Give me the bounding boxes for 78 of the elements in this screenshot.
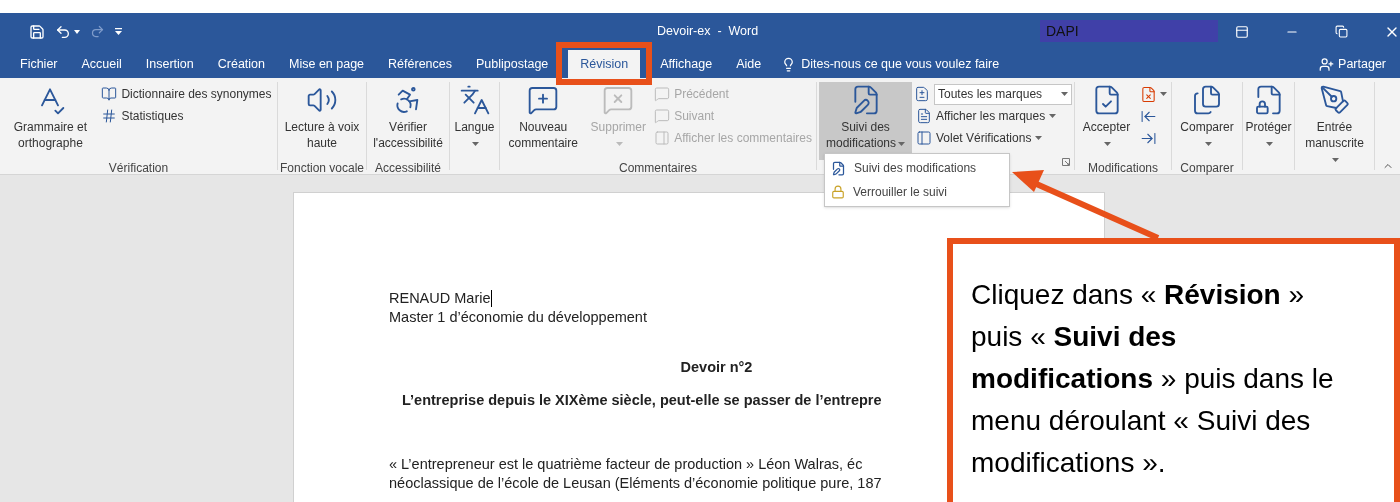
ribbon-tab[interactable]: Fichier: [8, 50, 70, 78]
group-label: Fonction vocale: [279, 160, 364, 177]
markup-dropdown[interactable]: Toutes les marques: [934, 83, 1072, 105]
menu-item[interactable]: Verrouiller le suivi: [825, 180, 1009, 204]
ribbon-button[interactable]: Lecture à voix haute: [280, 82, 364, 160]
document-subject: L’entreprise depuis le XIXème siècle, peut-elle se passer de l’entrepre: [402, 392, 882, 408]
ribbon-button[interactable]: Comparer: [1174, 82, 1240, 160]
caret-icon: [1204, 141, 1212, 146]
ribbon-button[interactable]: Nouveau commentaire: [502, 82, 585, 160]
caret-icon: [1061, 92, 1068, 96]
documents-icon: [1191, 84, 1223, 116]
ribbon-tab[interactable]: Révision: [568, 50, 641, 78]
caret-icon[interactable]: [74, 29, 80, 34]
caret-icon: [1160, 92, 1167, 96]
comment-delete-icon: [602, 84, 635, 116]
ribbon-button[interactable]: Statistiques: [99, 105, 274, 127]
comment-plus-icon: [527, 84, 560, 116]
language-icon: [458, 84, 491, 116]
group-label: Vérification: [108, 160, 169, 177]
document-compare-icon: [914, 86, 930, 102]
caret-icon: [1049, 114, 1057, 118]
comment-icon: [654, 86, 671, 102]
ribbon-tab[interactable]: Création: [205, 50, 277, 78]
restore-icon[interactable]: [1335, 25, 1348, 38]
window-title: Devoir-ex - Word: [657, 23, 759, 41]
panel-icon: [654, 130, 671, 146]
ribbon-button[interactable]: Afficher les marques: [914, 105, 1072, 127]
document-icon: [916, 108, 932, 124]
dialog-launcher-icon[interactable]: [1062, 158, 1070, 166]
ribbon-button[interactable]: Suivi des modifications: [819, 82, 912, 160]
paragraph-line: « L’entrepreneur est le quatrième facteur de production » Léon Walras, éc: [389, 455, 863, 474]
ribbon-display-icon[interactable]: [1235, 24, 1249, 39]
caret-icon: [1332, 157, 1339, 162]
group-label: Accessibilité: [375, 160, 441, 177]
share-button[interactable]: Partager: [1319, 50, 1386, 78]
ribbon-button[interactable]: Grammaire et orthographe: [3, 82, 98, 160]
tell-me-field[interactable]: Dites-nous ce que vous voulez faire: [781, 50, 1000, 78]
pen-icon: [1318, 84, 1351, 116]
ribbon-button[interactable]: Accepter: [1077, 82, 1136, 160]
ribbon-button[interactable]: Protéger: [1241, 82, 1296, 160]
panel-icon: [916, 130, 932, 146]
ribbon-tab[interactable]: Insertion: [133, 50, 206, 78]
ribbon-tab[interactable]: Aide: [724, 50, 774, 78]
numbers-icon: [101, 108, 118, 124]
group-label: Commentaires: [619, 160, 697, 177]
caret-icon: [472, 141, 479, 146]
ribbon-button[interactable]: Langue: [450, 82, 499, 160]
comment-icon: [654, 108, 671, 124]
ribbon-tab[interactable]: Publipostage: [464, 50, 561, 78]
ribbon-tab[interactable]: Accueil: [69, 50, 134, 78]
ribbon-button[interactable]: Volet Vérifications: [914, 127, 1072, 149]
ribbon-button[interactable]: Dictionnaire des synonymes: [99, 83, 274, 105]
document-pen-icon: [831, 160, 846, 176]
lock-icon: [831, 185, 845, 199]
redo-icon[interactable]: [90, 24, 105, 39]
save-icon[interactable]: [29, 23, 45, 40]
group-label: Comparer: [1180, 160, 1234, 177]
ribbon-button[interactable]: Vérifier l'accessibilité: [369, 82, 447, 160]
author-line: RENAUD Marie: [389, 289, 491, 308]
person-plus-icon: [1319, 56, 1335, 72]
ribbon-tab[interactable]: Références: [376, 50, 464, 78]
group-label: Modifications: [1088, 160, 1158, 177]
caret-icon: [615, 141, 623, 146]
ribbon-button[interactable]: Entrée manuscrite: [1297, 82, 1372, 160]
undo-icon[interactable]: [55, 23, 71, 40]
ribbon-tab[interactable]: Mise en page: [277, 50, 377, 78]
caret-icon: [1266, 141, 1273, 146]
caret-icon: [1035, 136, 1043, 140]
customize-toolbar-icon[interactable]: [115, 27, 122, 36]
document-reject-icon: [1140, 85, 1157, 103]
paragraph-line: néoclassique de l’école de Leusan (Eléments d’économie politique pure, 187: [389, 474, 882, 493]
document-heading: Devoir n°2: [680, 358, 753, 377]
book-icon: [101, 86, 118, 102]
caret-icon: [1104, 141, 1111, 146]
ribbon-tab[interactable]: Affichage: [648, 50, 725, 78]
course-line: Master 1 d’économie du développement: [389, 308, 647, 327]
caret-icon: [898, 141, 905, 146]
callout-text: Cliquez dans « Révision » puis « Suivi des modifications » puis dans le menu déroulant « Suivi des modifications ».: [971, 278, 1335, 480]
